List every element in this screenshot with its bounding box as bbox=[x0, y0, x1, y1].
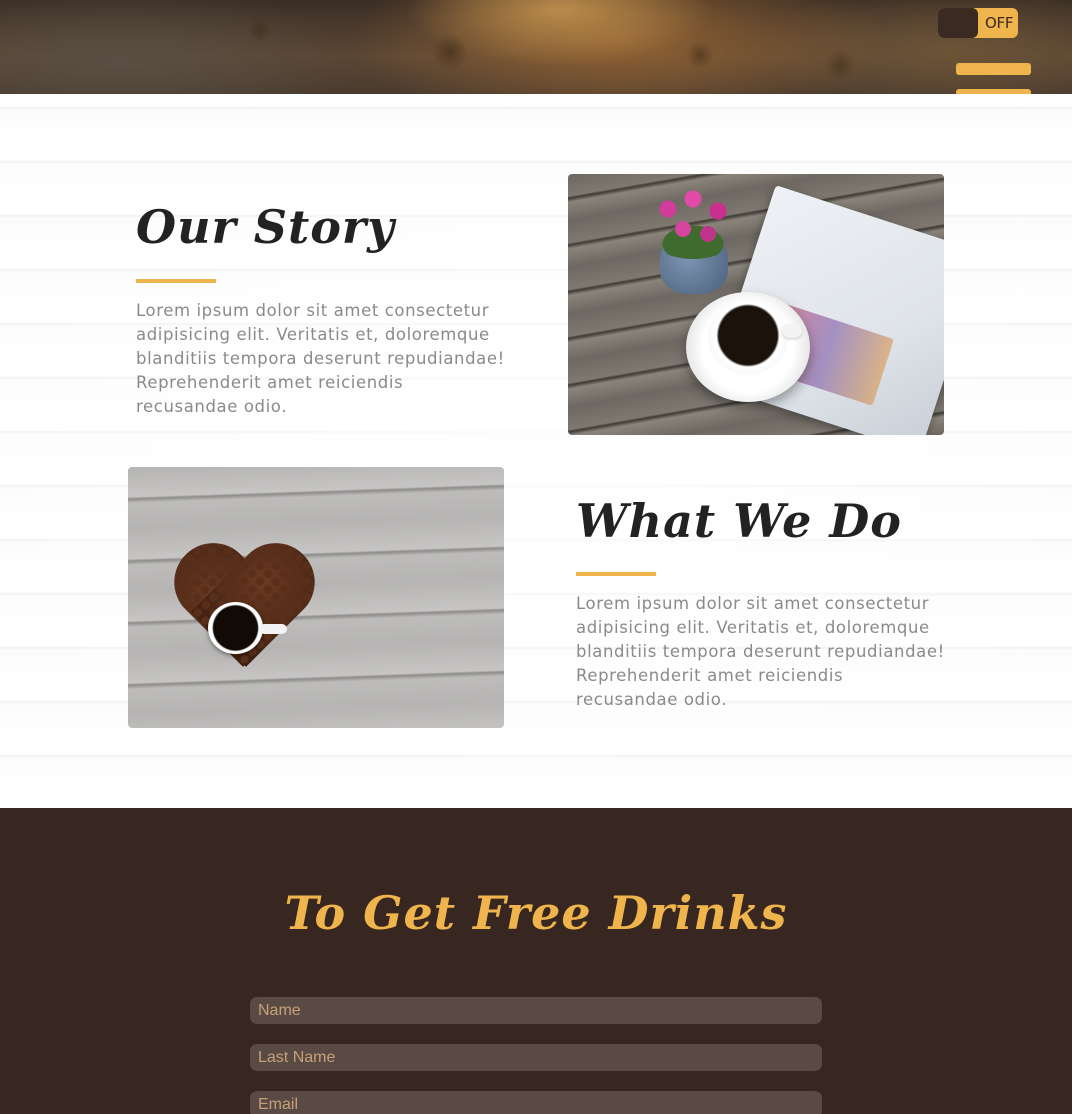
what-we-do-title: What We Do bbox=[576, 494, 902, 548]
our-story-title: Our Story bbox=[136, 200, 395, 254]
last-name-field[interactable] bbox=[250, 1044, 822, 1071]
menu-icon-bar bbox=[956, 63, 1031, 75]
toggle-label: OFF bbox=[985, 14, 1014, 32]
dark-mode-toggle[interactable]: OFF bbox=[938, 8, 1018, 38]
coffee-magazine-photo bbox=[568, 174, 944, 435]
our-story-underline bbox=[136, 279, 216, 283]
what-we-do-underline bbox=[576, 572, 656, 576]
toggle-knob bbox=[938, 8, 978, 38]
coffee-cup-image bbox=[708, 299, 788, 375]
flowers-image bbox=[638, 179, 748, 259]
signup-section: To Get Free Drinks bbox=[0, 808, 1072, 1114]
cup-handle bbox=[259, 624, 287, 634]
name-field[interactable] bbox=[250, 997, 822, 1024]
signup-title: To Get Free Drinks bbox=[284, 886, 788, 940]
what-we-do-text: Lorem ipsum dolor sit amet consectetur a… bbox=[576, 594, 945, 709]
coffee-bean-heart-photo bbox=[128, 467, 504, 728]
cup-handle bbox=[782, 324, 802, 338]
hero-background-image bbox=[0, 0, 1072, 94]
email-field[interactable] bbox=[250, 1091, 822, 1114]
our-story-text: Lorem ipsum dolor sit amet consectetur a… bbox=[136, 301, 505, 416]
coffee-cup-image bbox=[208, 602, 263, 654]
